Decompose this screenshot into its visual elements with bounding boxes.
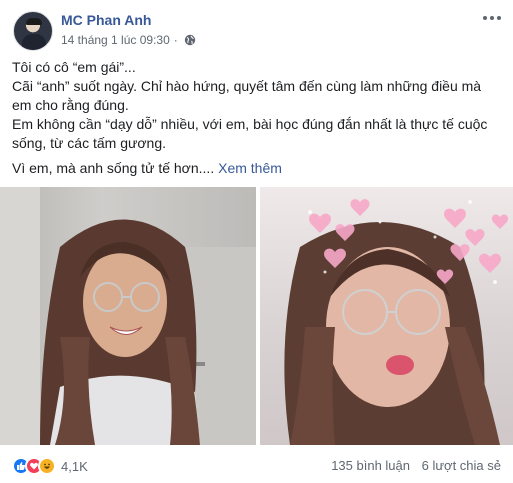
post-stats: 135 bình luận 6 lượt chia sẻ	[331, 458, 501, 473]
post-text: Tôi có cô “em gái”... Cãi “anh” suốt ngà…	[12, 58, 502, 178]
post-timestamp[interactable]: 14 tháng 1 lúc 09:30	[61, 33, 170, 47]
see-more-link[interactable]: Xem thêm	[218, 160, 282, 176]
post-header: MC Phan Anh 14 tháng 1 lúc 09:30 ·	[0, 0, 513, 52]
photo-girl-hearts-filter[interactable]	[260, 187, 513, 445]
post-line: Em không cần “dạy dỗ” nhiều, với em, bài…	[12, 116, 488, 132]
post-line: sống, từ các tấm gương.	[12, 135, 166, 151]
post-line: Cãi “anh” suốt ngày. Chỉ hào hứng, quyết…	[12, 78, 482, 94]
post-meta: 14 tháng 1 lúc 09:30 ·	[61, 33, 196, 47]
post-line: Tôi có cô “em gái”...	[12, 59, 136, 75]
photo-girl-smiling-glasses[interactable]	[0, 187, 256, 445]
post-line: Vì em, mà anh sống tử tế hơn....	[12, 160, 215, 176]
post-footer: 4,1K 135 bình luận 6 lượt chia sẻ	[0, 445, 513, 483]
post-line: em cho rằng đúng.	[12, 97, 129, 113]
author-avatar[interactable]	[13, 11, 53, 51]
post-last-line: Vì em, mà anh sống tử tế hơn.... Xem thê…	[12, 159, 502, 178]
globe-icon[interactable]	[184, 34, 196, 46]
meta-separator: ·	[173, 33, 178, 47]
comments-count[interactable]: 135 bình luận	[331, 458, 410, 473]
reactions-summary[interactable]: 4,1K	[12, 457, 88, 475]
more-options-icon[interactable]	[483, 14, 501, 22]
haha-icon	[38, 457, 56, 475]
photo-grid	[0, 187, 513, 445]
reaction-count[interactable]: 4,1K	[61, 459, 88, 474]
shares-count[interactable]: 6 lượt chia sẻ	[422, 458, 501, 473]
author-name[interactable]: MC Phan Anh	[61, 12, 151, 28]
